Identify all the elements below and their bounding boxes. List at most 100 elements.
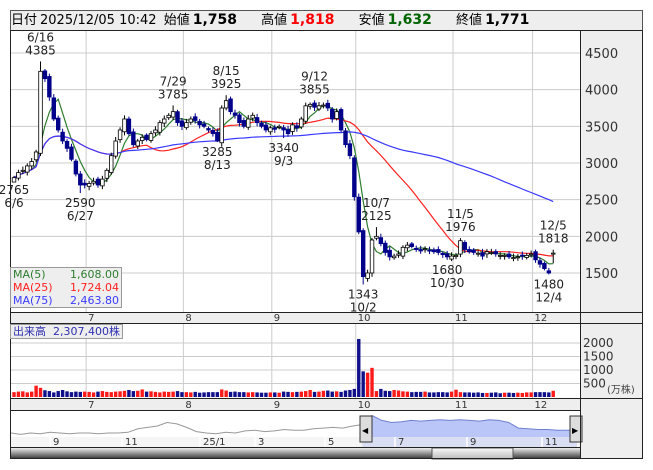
candle-body (259, 122, 264, 127)
month-label: 8 (185, 400, 191, 411)
candle-body (33, 151, 39, 161)
volume-bar (171, 391, 175, 397)
candle-body (343, 130, 348, 146)
volume-bar (392, 389, 396, 397)
candle-body (427, 249, 432, 252)
candle-body (360, 230, 366, 278)
candle-body (246, 118, 251, 128)
volume-bar (38, 387, 43, 397)
price-tick-label: 3000 (585, 157, 618, 172)
volume-bar (290, 392, 295, 397)
ma5-label: MA(5) (13, 268, 46, 281)
price-tick-label: 3500 (585, 120, 618, 135)
volume-bar (113, 391, 118, 397)
annotation-date: 6/27 (67, 209, 94, 223)
volume-bar (445, 392, 449, 397)
candle-body (131, 131, 136, 146)
volume-bar (467, 392, 471, 397)
candle-body (237, 114, 242, 124)
month-label: 7 (88, 313, 94, 324)
month-label: 8 (185, 313, 191, 324)
price-tick-label: 1500 (585, 267, 618, 282)
annotation-date: 11/5 (447, 207, 474, 221)
volume-bar (321, 390, 326, 397)
candle-body (241, 120, 247, 127)
volume-bar (105, 391, 109, 397)
volume-bar (184, 392, 189, 397)
candle-body (387, 249, 392, 258)
ma-legend: MA(5) 1,608.00 MA(25) 1,724.04 MA(75) 2,463… (10, 267, 122, 308)
candle-body (228, 98, 233, 113)
annotation-value: 1818 (538, 232, 569, 246)
volume-bar (547, 392, 551, 397)
volume-bar (162, 391, 166, 397)
stock-chart-widget: 日付 2025/12/05 10:42 始値 1,758 高値 1,818 安値 1,6… (0, 0, 653, 470)
candle-body (153, 129, 158, 134)
volume-bar (476, 392, 480, 397)
candle-body (175, 111, 180, 124)
volume-bar (78, 391, 82, 397)
volume-bar (268, 392, 273, 397)
candle-body (64, 141, 70, 149)
candle-body (11, 177, 17, 183)
volume-bar (206, 392, 211, 397)
candle-body (462, 242, 468, 250)
candle-body (528, 253, 534, 256)
volume-bar (308, 389, 312, 397)
volume-bar (551, 390, 555, 397)
candle-body (20, 169, 26, 172)
volume-bar (334, 391, 339, 397)
candle-body (184, 122, 189, 129)
volume-bar (432, 392, 436, 397)
volume-bar (494, 392, 498, 397)
volume-bar (12, 392, 16, 397)
ma75-label: MA(75) (13, 294, 53, 307)
candle-body (268, 127, 273, 133)
volume-bar (339, 391, 343, 397)
candle-body (86, 183, 92, 187)
volume-bar (529, 392, 533, 397)
month-label: 9 (274, 313, 280, 324)
candle-body (520, 254, 525, 257)
volume-bar (255, 392, 259, 397)
volume-bar (211, 392, 215, 397)
candle-body (73, 160, 79, 175)
volume-bar (379, 388, 383, 397)
volume-bar (246, 392, 250, 397)
volume-bar (533, 392, 538, 397)
candle-body (497, 254, 503, 257)
volume-bar (454, 389, 458, 397)
volume-bar (118, 391, 122, 397)
volume-bar (220, 389, 224, 397)
volume-unit: (万株) (607, 383, 635, 396)
candle-body (223, 100, 229, 109)
candle-body (126, 118, 132, 135)
candle-body (489, 252, 494, 254)
scrollbar-thumb[interactable] (431, 447, 514, 460)
volume-bar (317, 391, 321, 397)
price-tick-label: 4000 (585, 84, 618, 99)
volume-bar (423, 391, 427, 397)
volume-bar (136, 390, 140, 397)
volume-bar (418, 391, 423, 397)
navigator-label-strip (11, 437, 580, 447)
candle-body (60, 131, 65, 142)
volume-bar (383, 390, 387, 397)
candle-body (109, 155, 114, 173)
volume-bar (167, 391, 171, 397)
volume-bar (480, 392, 485, 397)
candle-body (405, 244, 410, 249)
volume-bar (158, 392, 162, 397)
annotation-date: 12/4 (535, 290, 562, 304)
annotation-value: 2125 (361, 209, 392, 223)
candle-body (506, 253, 512, 258)
annotation-value: 2765 (0, 183, 29, 197)
candle-body (515, 256, 521, 259)
candle-body (453, 254, 459, 257)
volume-bar (144, 391, 149, 397)
candle-body (294, 125, 300, 129)
price-tick-label: 2500 (585, 194, 618, 209)
navigator-label: 25/1 (203, 437, 225, 448)
annotation-value: 1680 (432, 263, 463, 277)
volume-bar (65, 391, 69, 397)
